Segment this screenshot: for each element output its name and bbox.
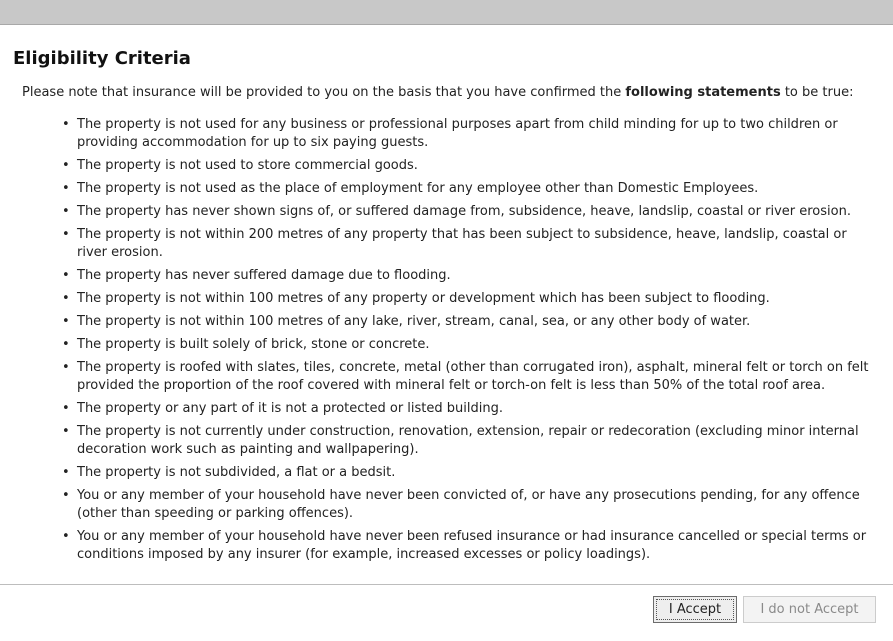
intro-suffix: to be true: <box>780 85 854 100</box>
dialog-title-bar <box>0 0 893 25</box>
criteria-item: The property has never suffered damage d… <box>0 267 893 285</box>
criteria-item: The property has never shown signs of, o… <box>0 203 893 221</box>
criteria-item: The property is not within 100 metres of… <box>0 313 893 331</box>
decline-button[interactable]: I do not Accept <box>743 596 876 623</box>
criteria-item: The property is not used to store commer… <box>0 157 893 175</box>
page-title: Eligibility Criteria <box>13 48 191 69</box>
criteria-item: The property is roofed with slates, tile… <box>0 359 893 395</box>
criteria-item: The property is built solely of brick, s… <box>0 336 893 354</box>
criteria-item: The property is not within 200 metres of… <box>0 226 893 262</box>
criteria-item: The property is not used for any busines… <box>0 116 893 152</box>
criteria-item: The property is not within 100 metres of… <box>0 290 893 308</box>
criteria-item: You or any member of your household have… <box>0 528 893 564</box>
criteria-list: The property is not used for any busines… <box>0 116 893 569</box>
intro-bold: following statements <box>625 85 781 100</box>
criteria-item: The property is not subdivided, a flat o… <box>0 464 893 482</box>
intro-prefix: Please note that insurance will be provi… <box>22 85 626 100</box>
criteria-item: You or any member of your household have… <box>0 487 893 523</box>
footer-divider <box>0 584 893 585</box>
criteria-item: The property is not used as the place of… <box>0 180 893 198</box>
accept-button[interactable]: I Accept <box>653 596 737 623</box>
criteria-item: The property or any part of it is not a … <box>0 400 893 418</box>
criteria-item: The property is not currently under cons… <box>0 423 893 459</box>
intro-text: Please note that insurance will be provi… <box>22 85 853 101</box>
